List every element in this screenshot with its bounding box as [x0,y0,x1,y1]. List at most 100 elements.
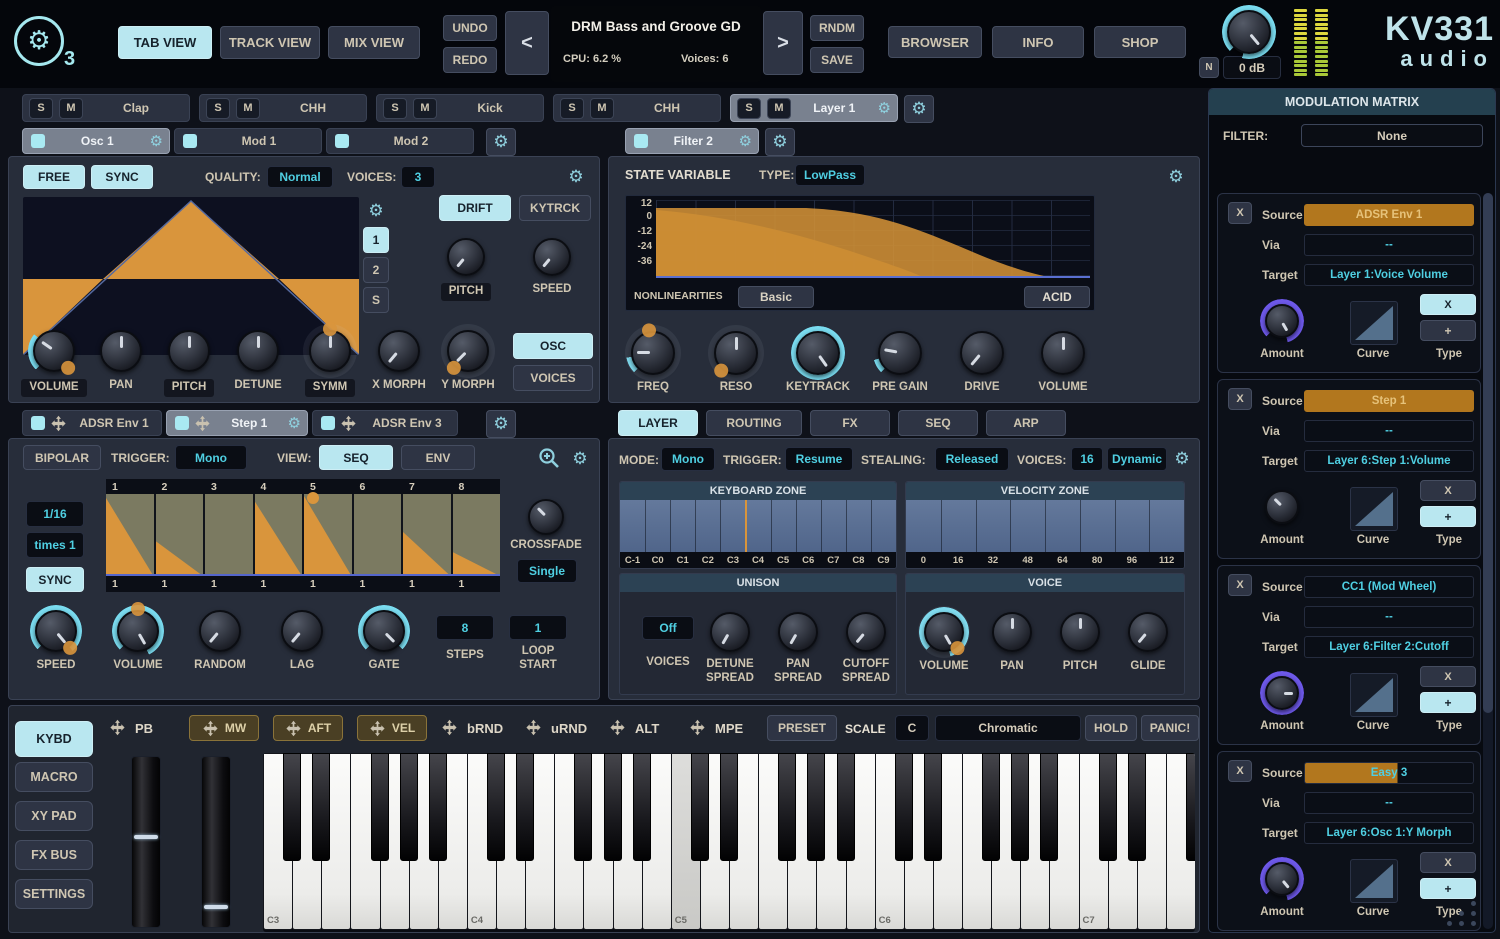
knob-y-morph[interactable] [447,330,489,372]
mod-curve-selector[interactable] [1350,301,1398,345]
mod-target-value[interactable]: Layer 6:Step 1:Volume [1304,450,1474,472]
undo-button[interactable]: UNDO [443,15,497,41]
mute-button[interactable]: M [59,98,83,119]
mod-amount-knob[interactable] [1265,676,1299,710]
black-key[interactable] [691,753,709,861]
layer-tab-layer-1[interactable]: SMLayer 1 [730,94,898,122]
wave-slot-s-button[interactable]: S [363,287,389,313]
black-key[interactable] [487,753,505,861]
knob-cutoff-spread[interactable] [846,612,886,652]
layer-tab-chh[interactable]: SMCHH [553,94,721,122]
stealing-value[interactable]: Released [935,447,1009,471]
mod-source-value[interactable]: Step 1 [1304,390,1474,412]
mod-via-value[interactable]: -- [1304,234,1474,256]
mod-type-x-button[interactable]: X [1420,666,1476,687]
knob-symm[interactable] [309,330,351,372]
master-volume-knob[interactable] [1227,10,1271,54]
knob-pitch[interactable] [1060,612,1100,652]
knob-drive[interactable] [960,331,1004,375]
env-enable-checkbox[interactable] [175,416,189,430]
filter-type-value[interactable]: LowPass [795,164,865,186]
black-key[interactable] [895,753,913,861]
view-tab-track-view[interactable]: TRACK VIEW [220,26,320,59]
env-view-button[interactable]: ENV [401,445,475,470]
knob-volume[interactable] [33,330,75,372]
knob-pan[interactable] [992,612,1032,652]
crossfade-mode-value[interactable]: Single [517,559,577,583]
black-key[interactable] [1128,753,1146,861]
osc-voices-value[interactable]: 3 [401,166,435,188]
filter-settings-gear-icon[interactable] [1163,164,1189,190]
black-key[interactable] [400,753,418,861]
seq-view-button[interactable]: SEQ [319,445,393,470]
view-tab-mix-view[interactable]: MIX VIEW [328,26,420,59]
step-sequencer[interactable]: 12345678 11111111 [106,479,500,592]
knob-pre-gain[interactable] [878,331,922,375]
wave-slot-1-button[interactable]: 1 [363,227,389,253]
env-enable-checkbox[interactable] [321,416,335,430]
normalize-button[interactable]: N [1199,57,1219,78]
redo-button[interactable]: REDO [443,47,497,73]
loop-start-value[interactable]: 1 [509,615,567,640]
seq-step-5[interactable] [304,494,352,576]
quality-value[interactable]: Normal [267,166,333,188]
tab-step-1[interactable]: Step 1 [166,410,308,436]
tab-arp[interactable]: ARP [986,410,1066,436]
dynamic-value[interactable]: Dynamic [1107,447,1167,471]
preset-next-button[interactable]: > [763,11,803,75]
black-key[interactable] [720,753,738,861]
solo-button[interactable]: S [737,98,761,119]
seq-step-1[interactable] [106,494,154,576]
seq-step-6[interactable] [354,494,402,576]
knob-detune[interactable] [237,330,279,372]
seq-step-2[interactable] [156,494,204,576]
mute-button[interactable]: M [767,98,791,119]
perf-vel-control[interactable]: VEL [357,715,427,741]
mod-type-plus-button[interactable]: + [1420,878,1476,899]
black-key[interactable] [516,753,534,861]
tab-fx[interactable]: FX [810,410,890,436]
nav-info-button[interactable]: INFO [992,26,1084,58]
mod-via-value[interactable]: -- [1304,606,1474,628]
nonlinearities-basic-button[interactable]: Basic [738,286,814,308]
layer-voices-value[interactable]: 16 [1071,447,1103,471]
step-value[interactable]: 1 [106,576,154,592]
osc-view-button[interactable]: OSC [513,333,593,359]
knob-pan-spread[interactable] [778,612,818,652]
mod-target-value[interactable]: Layer 6:Osc 1:Y Morph [1304,822,1474,844]
solo-button[interactable]: S [560,98,584,119]
seq-times-value[interactable]: times 1 [26,532,84,558]
nav-shop-button[interactable]: SHOP [1094,26,1186,58]
mod-type-x-button[interactable]: X [1420,480,1476,501]
seq-rate-value[interactable]: 1/16 [26,501,84,527]
scale-key-value[interactable]: C [895,715,929,741]
black-key[interactable] [982,753,1000,861]
mute-button[interactable]: M [236,98,260,119]
seq-step-4[interactable] [255,494,303,576]
mute-button[interactable]: M [590,98,614,119]
perf-pb-drag-icon[interactable] [109,719,127,737]
knob-detune-spread[interactable] [710,612,750,652]
preset-perf-button[interactable]: PRESET [767,715,837,741]
knob-pitch[interactable] [447,238,485,276]
knob-keytrack[interactable] [796,331,840,375]
black-key[interactable] [837,753,855,861]
env-tab-gear-icon[interactable] [288,416,301,431]
mod-amount-knob[interactable] [1265,862,1299,896]
mod-slot-remove-button[interactable]: X [1228,760,1252,782]
drift-button[interactable]: DRIFT [439,195,511,221]
knob-gate[interactable] [363,610,405,652]
velocity-zone[interactable]: VELOCITY ZONE 0163248648096112 [905,481,1185,569]
black-key[interactable] [429,753,447,861]
step-value[interactable]: 1 [453,576,501,592]
view-tab-tab-view[interactable]: TAB VIEW [118,26,212,59]
layer-trigger-value[interactable]: Resume [785,447,853,471]
master-volume-readout[interactable]: 0 dB [1223,56,1281,79]
tab-adsr-env-1[interactable]: ADSR Env 1 [22,410,162,436]
mod-source-value[interactable]: CC1 (Mod Wheel) [1304,576,1474,598]
preset-display[interactable]: DRM Bass and Groove GD CPU: 6.2 % Voices… [551,6,761,82]
mod-via-value[interactable]: -- [1304,420,1474,442]
knob-reso[interactable] [714,331,758,375]
perf-mpe-drag-icon[interactable] [689,719,707,737]
step-value[interactable]: 1 [255,576,303,592]
